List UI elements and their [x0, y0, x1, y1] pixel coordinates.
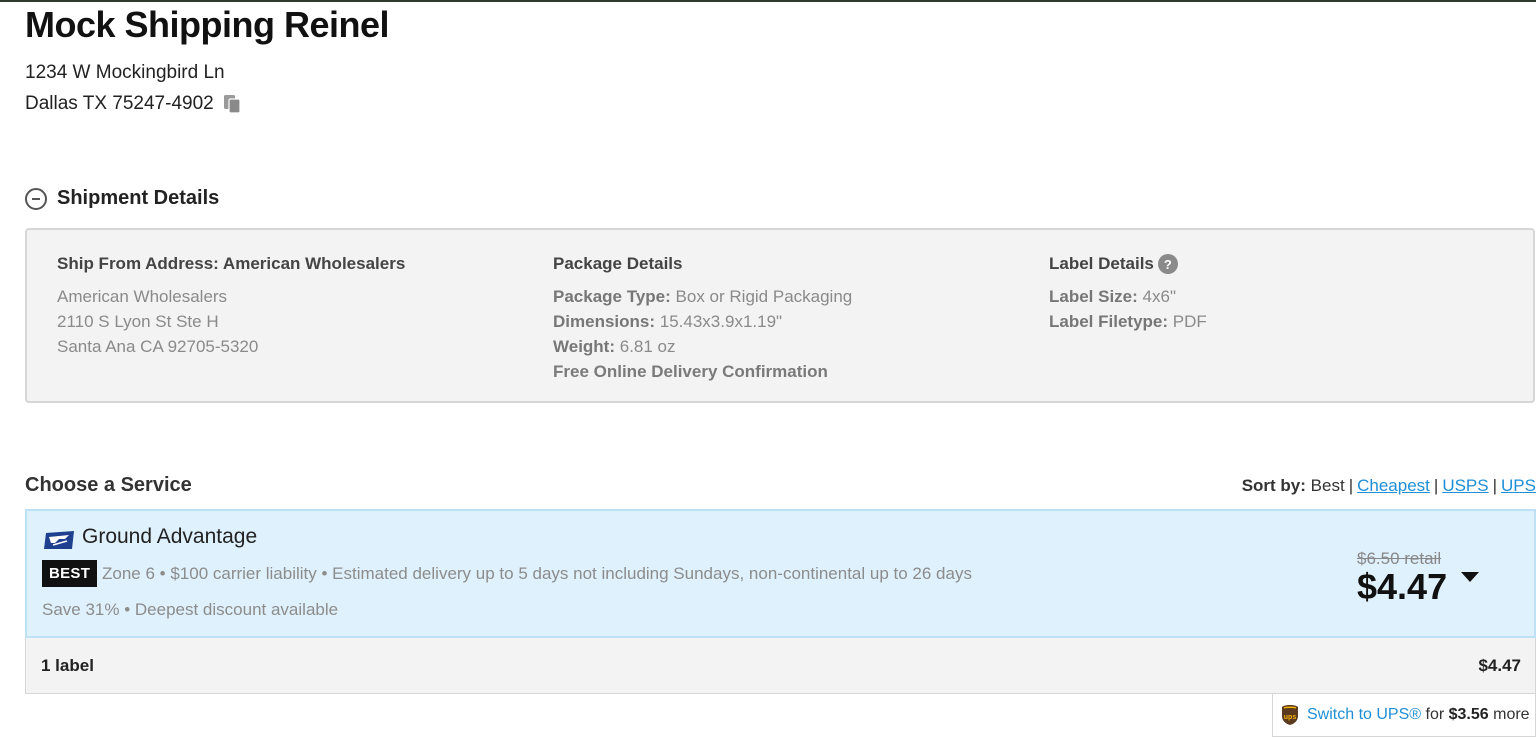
recipient-name: Mock Shipping Reinel — [25, 4, 390, 45]
package-weight-label: Weight: — [553, 337, 616, 356]
recipient-address-line2: Dallas TX 75247-4902 — [25, 93, 214, 114]
ship-from-line: 2110 S Lyon St Ste H — [57, 312, 219, 331]
label-filetype-label: Label Filetype: — [1049, 312, 1169, 331]
switch-ups-suffix: more — [1493, 706, 1530, 723]
usps-eagle-icon — [44, 531, 74, 549]
delivery-confirmation: Free Online Delivery Confirmation — [553, 362, 828, 381]
top-border — [0, 0, 1536, 2]
label-filetype: Label Filetype: PDF — [1049, 309, 1207, 334]
sort-usps-link[interactable]: USPS — [1442, 476, 1488, 495]
label-details-heading: Label Details — [1049, 254, 1154, 273]
help-icon[interactable]: ? — [1157, 254, 1178, 274]
collapse-icon — [25, 187, 47, 210]
ship-from-line: American Wholesalers — [57, 287, 228, 306]
copy-icon[interactable] — [222, 93, 244, 115]
ship-from-column: Ship From Address: American Wholesalers … — [57, 252, 405, 359]
package-details-column: Package Details Package Type: Box or Rig… — [553, 252, 852, 384]
shipment-details-panel: Ship From Address: American Wholesalers … — [25, 228, 1535, 403]
label-details-heading-row: Label Details ? — [1049, 252, 1207, 276]
label-count: 1 label — [41, 656, 94, 675]
package-dimensions: Dimensions: 15.43x3.9x1.19" — [553, 309, 852, 334]
svg-text:ups: ups — [1284, 714, 1297, 721]
switch-ups-for: for — [1425, 706, 1445, 723]
package-type-label: Package Type: — [553, 287, 671, 306]
shipment-details-toggle[interactable]: Shipment Details — [25, 187, 219, 210]
service-description: Zone 6 • $100 carrier liability • Estima… — [102, 564, 972, 583]
label-size-value: 4x6" — [1142, 287, 1176, 306]
package-weight: Weight: 6.81 oz — [553, 334, 852, 359]
label-summary-row: 1 label $4.47 — [25, 638, 1536, 694]
ship-from-line: Santa Ana CA 92705-5320 — [57, 337, 259, 356]
label-size-label: Label Size: — [1049, 287, 1138, 306]
choose-service-title: Choose a Service — [25, 474, 192, 496]
package-details-heading: Package Details — [553, 254, 683, 273]
sort-ups-link[interactable]: UPS — [1501, 476, 1536, 495]
sort-separator: | — [1348, 476, 1354, 495]
label-total: $4.47 — [1478, 656, 1521, 675]
label-filetype-value: PDF — [1172, 312, 1207, 331]
recipient-address-line1: 1234 W Mockingbird Ln — [25, 62, 225, 83]
ship-from-heading: Ship From Address: American Wholesalers — [57, 254, 406, 273]
sort-cheapest-link[interactable]: Cheapest — [1357, 476, 1430, 495]
sort-separator: | — [1492, 476, 1498, 495]
ups-shield-icon: ups — [1282, 705, 1298, 725]
switch-to-ups-banner: ups Switch to UPS® for $3.56 more — [1272, 694, 1536, 737]
best-badge: BEST — [42, 560, 98, 587]
package-type-value: Box or Rigid Packaging — [675, 287, 853, 306]
service-name: Ground Advantage — [82, 525, 258, 548]
shipment-details-title: Shipment Details — [57, 187, 220, 209]
package-type: Package Type: Box or Rigid Packaging — [553, 284, 852, 309]
package-weight-value: 6.81 oz — [619, 337, 676, 356]
sort-current: Best — [1310, 476, 1345, 495]
service-price: $4.47 — [1357, 566, 1448, 607]
switch-to-ups-link[interactable]: Switch to UPS® — [1307, 706, 1421, 724]
recipient-address-line2-row: Dallas TX 75247-4902 — [25, 93, 244, 115]
service-option-ground-advantage[interactable]: Ground Advantage BEST Zone 6 • $100 carr… — [25, 509, 1536, 638]
sort-label: Sort by: — [1241, 476, 1306, 495]
package-dimensions-value: 15.43x3.9x1.19" — [659, 312, 783, 331]
switch-ups-amount: $3.56 — [1448, 706, 1489, 723]
sort-separator: | — [1433, 476, 1439, 495]
service-savings: Save 31% • Deepest discount available — [42, 600, 339, 619]
label-details-column: Label Details ? Label Size: 4x6" Label F… — [1049, 252, 1207, 334]
package-dimensions-label: Dimensions: — [553, 312, 656, 331]
label-size: Label Size: 4x6" — [1049, 284, 1207, 309]
expand-caret-icon[interactable] — [1461, 572, 1479, 582]
sort-bar: Sort by: Best | Cheapest | USPS | UPS — [1242, 476, 1536, 496]
